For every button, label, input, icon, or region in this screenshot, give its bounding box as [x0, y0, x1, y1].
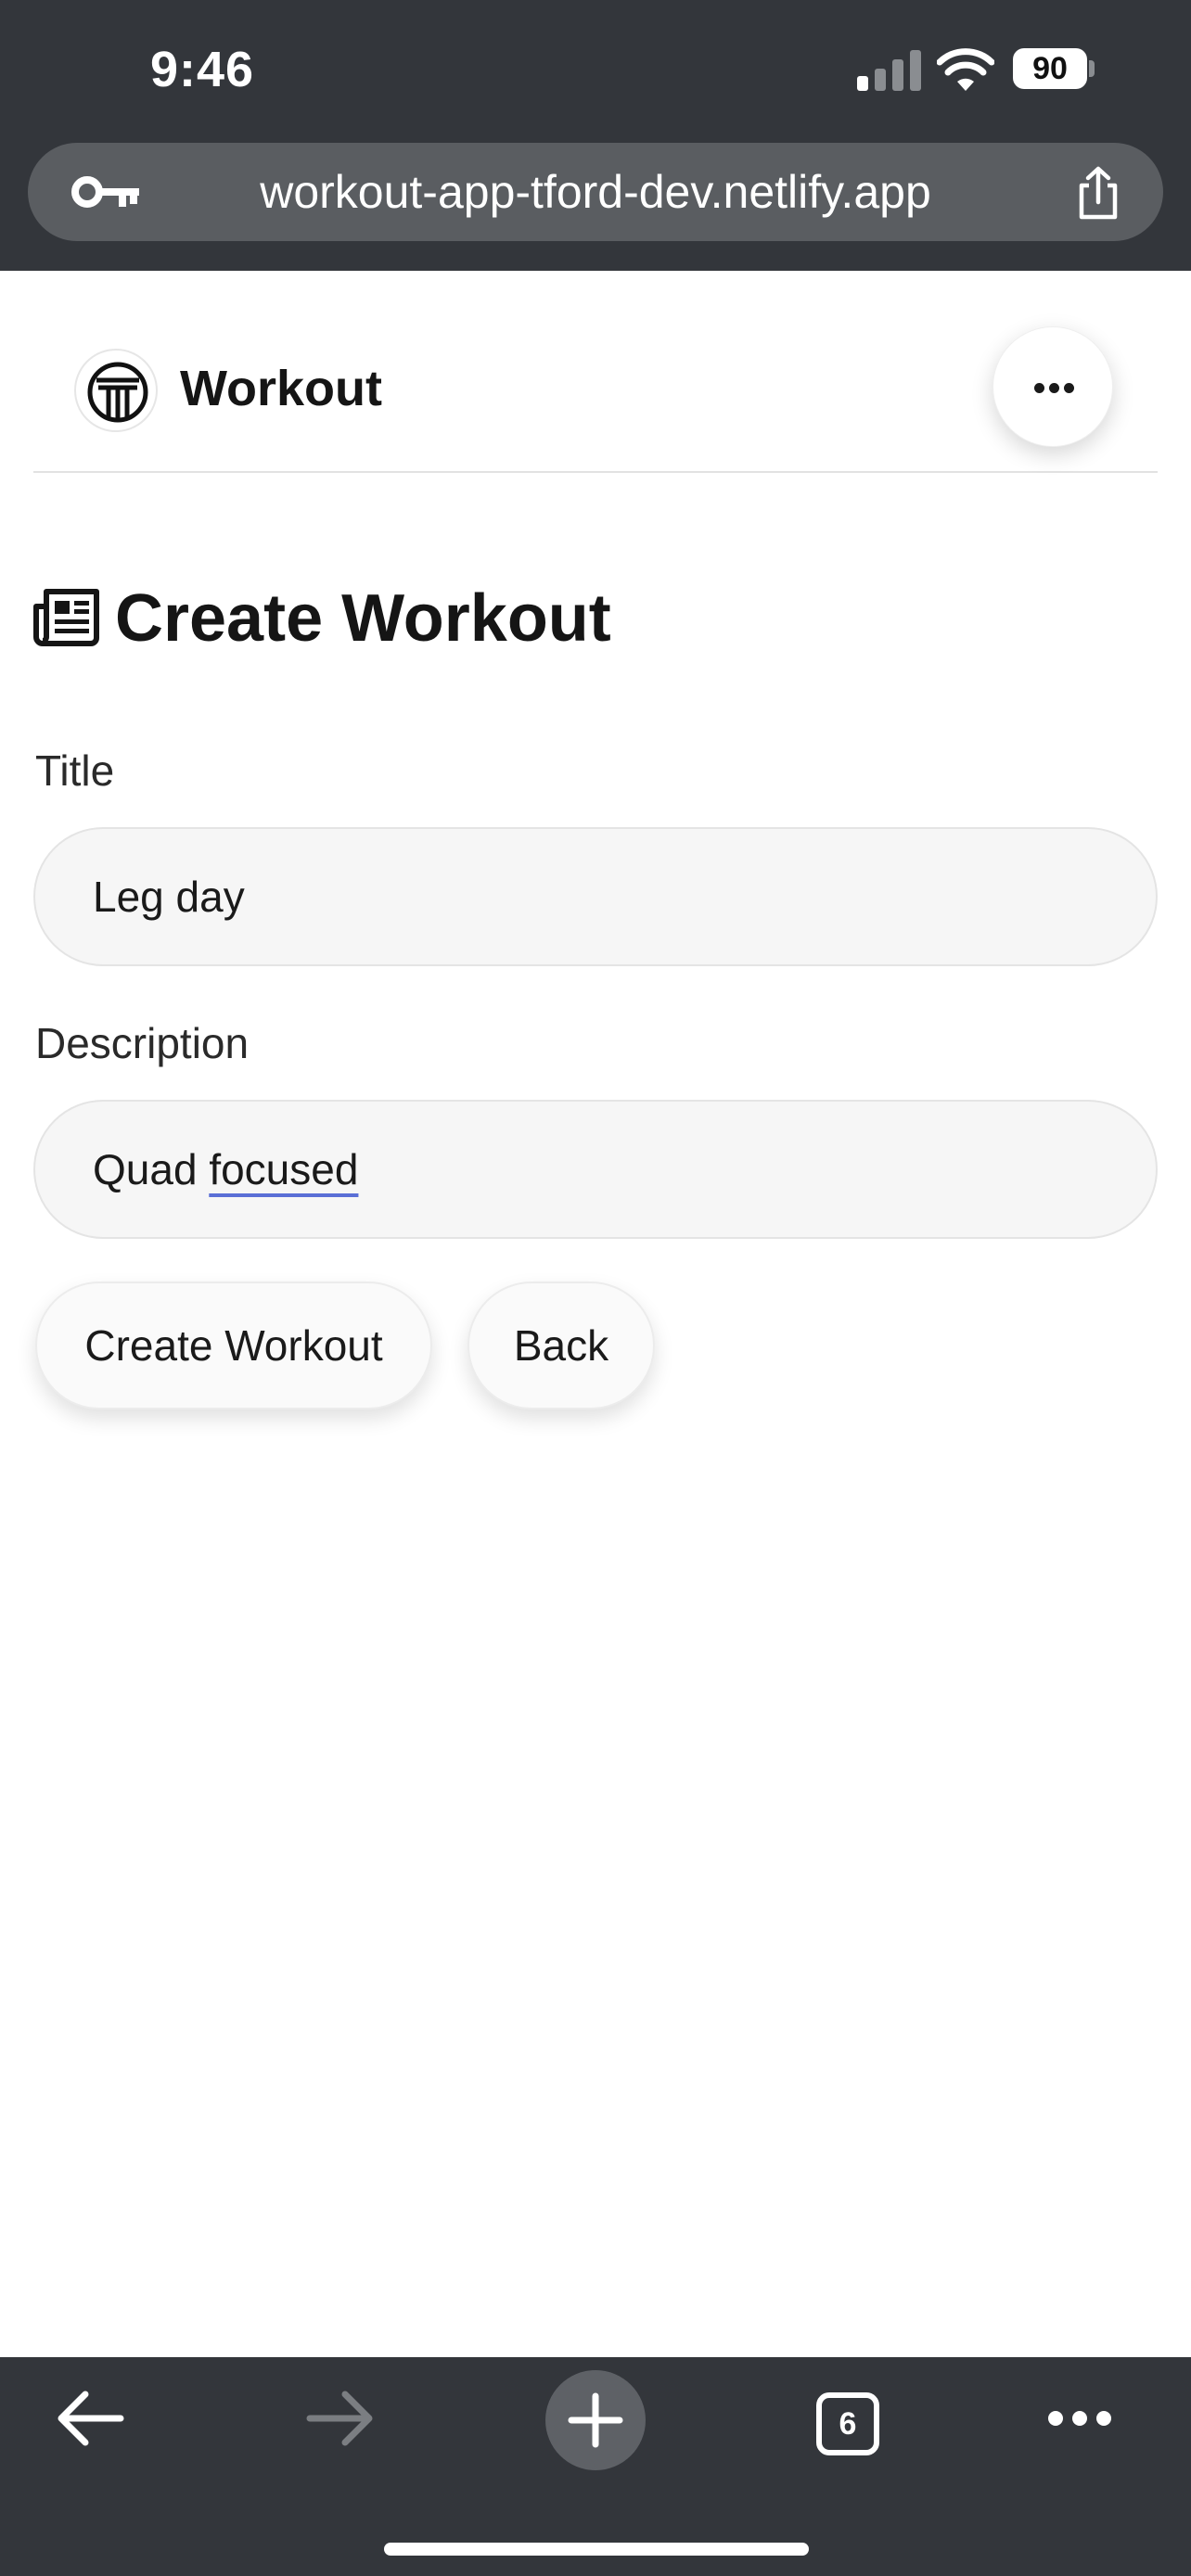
- arrow-right-icon[interactable]: [306, 2389, 377, 2448]
- more-menu-button[interactable]: [992, 326, 1113, 447]
- battery-indicator: 90: [1013, 48, 1095, 89]
- newspaper-icon: [33, 589, 99, 646]
- back-button[interactable]: Back: [467, 1282, 655, 1409]
- description-label: Description: [35, 1019, 250, 1067]
- share-icon[interactable]: [1070, 165, 1126, 221]
- battery-percent: 90: [1032, 51, 1068, 86]
- cellular-signal-icon: [857, 50, 922, 91]
- new-tab-button[interactable]: [545, 2370, 646, 2470]
- plus-icon: [568, 2392, 623, 2448]
- title-label: Title: [35, 746, 115, 795]
- app-header: Workout: [33, 315, 1158, 473]
- ellipsis-icon[interactable]: [1046, 2409, 1113, 2428]
- page-title: Create Workout: [115, 581, 611, 656]
- title-input[interactable]: Leg day: [33, 827, 1158, 966]
- description-spellcheck-word: focused: [209, 1145, 359, 1193]
- tab-switcher-button[interactable]: 6: [816, 2392, 879, 2455]
- description-input-value: Quad: [93, 1145, 210, 1193]
- title-input-value: Leg day: [93, 873, 245, 921]
- app-name[interactable]: Workout: [180, 360, 382, 417]
- description-input[interactable]: Quad focused: [33, 1100, 1158, 1239]
- wifi-icon: [937, 48, 994, 91]
- status-time: 9:46: [150, 42, 255, 97]
- home-indicator[interactable]: [384, 2543, 809, 2556]
- create-workout-button[interactable]: Create Workout: [35, 1282, 432, 1409]
- key-icon: [71, 176, 139, 208]
- url-text: workout-app-tford-dev.netlify.app: [260, 166, 931, 218]
- app-logo-icon[interactable]: [74, 349, 158, 432]
- arrow-left-icon[interactable]: [54, 2389, 124, 2448]
- browser-top-chrome: 9:46 90 workout-app-tford-dev.netlify.ap…: [0, 0, 1191, 271]
- address-bar[interactable]: workout-app-tford-dev.netlify.app: [28, 143, 1163, 241]
- screen: 9:46 90 workout-app-tford-dev.netlify.ap…: [0, 0, 1191, 2576]
